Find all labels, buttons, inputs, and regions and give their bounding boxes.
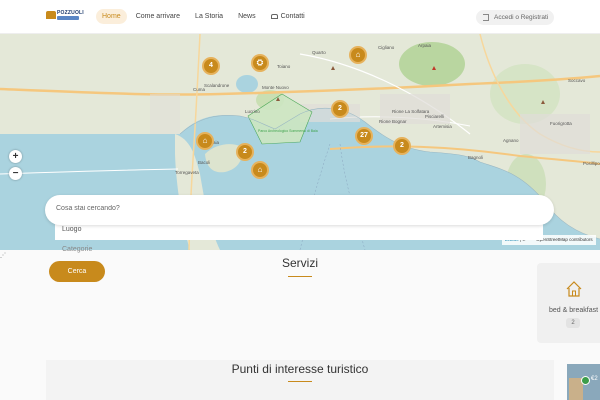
museum-icon: ⌂ (257, 165, 263, 174)
cluster-marker[interactable]: 2 (393, 137, 411, 155)
location-pin-icon (581, 376, 590, 385)
search-input[interactable] (56, 205, 536, 212)
cluster-marker[interactable]: 2 (236, 143, 254, 161)
home-icon (566, 281, 582, 297)
cursor-mark: ⋰ (0, 253, 6, 259)
site-logo[interactable]: POZZUOLI (46, 10, 84, 23)
museum-icon: ⌂ (202, 136, 208, 145)
nav-la-storia[interactable]: La Storia (189, 9, 229, 24)
servizi-underline (288, 276, 312, 277)
nav-home[interactable]: Home (96, 9, 127, 24)
search-bar (45, 195, 554, 225)
categorie-option[interactable]: Categorie (62, 246, 92, 253)
service-card-label: bed & breakfast (549, 307, 599, 314)
poi-thumbnail[interactable]: €2 (567, 364, 600, 400)
bank-icon: ⌂ (355, 50, 361, 59)
main-nav: Home Come arrivare La Storia News Contat… (96, 9, 314, 24)
nav-contatti-label: Contatti (280, 13, 305, 20)
cluster-marker[interactable]: 27 (355, 127, 373, 145)
punti-title: Punti di interesse turistico (231, 362, 369, 376)
cluster-marker[interactable]: 2 (331, 100, 349, 118)
login-label: Accedi o Registrati (494, 14, 549, 21)
museum-marker[interactable]: ⌂ (251, 161, 269, 179)
nav-contatti[interactable]: Contatti (265, 9, 311, 24)
nav-come-arrivare[interactable]: Come arrivare (130, 9, 186, 24)
servizi-title: Servizi (281, 256, 318, 270)
service-card-bed-breakfast[interactable]: bed & breakfast 2 (537, 263, 600, 343)
osm-attribution[interactable]: OpenStreetMap contributors (536, 237, 593, 242)
login-icon (483, 14, 489, 21)
nav-news[interactable]: News (232, 9, 262, 24)
crater-park (399, 42, 465, 86)
punti-underline (288, 381, 312, 382)
museum-marker[interactable]: ⌂ (196, 132, 214, 150)
luogo-option[interactable]: Luogo (62, 226, 81, 233)
binoculars-icon: ⛭ (256, 58, 264, 67)
punti-section: Punti di interesse turistico (46, 360, 554, 400)
zoom-in-button[interactable]: + (9, 150, 22, 163)
car-icon (270, 14, 278, 19)
beach-marker[interactable]: ⛭ (251, 54, 269, 72)
logo-hat-icon (46, 11, 56, 19)
cluster-marker[interactable]: 4 (202, 57, 220, 75)
logo-subtext-bar (57, 16, 79, 20)
search-button[interactable]: Cerca (49, 261, 105, 282)
bank-marker[interactable]: ⌂ (349, 46, 367, 64)
site-header: POZZUOLI Home Come arrivare La Storia Ne… (0, 0, 600, 34)
poi-count: €2 (591, 376, 598, 382)
service-card-count: 2 (566, 318, 580, 328)
zoom-out-button[interactable]: − (9, 167, 22, 180)
login-button[interactable]: Accedi o Registrati (476, 10, 554, 25)
